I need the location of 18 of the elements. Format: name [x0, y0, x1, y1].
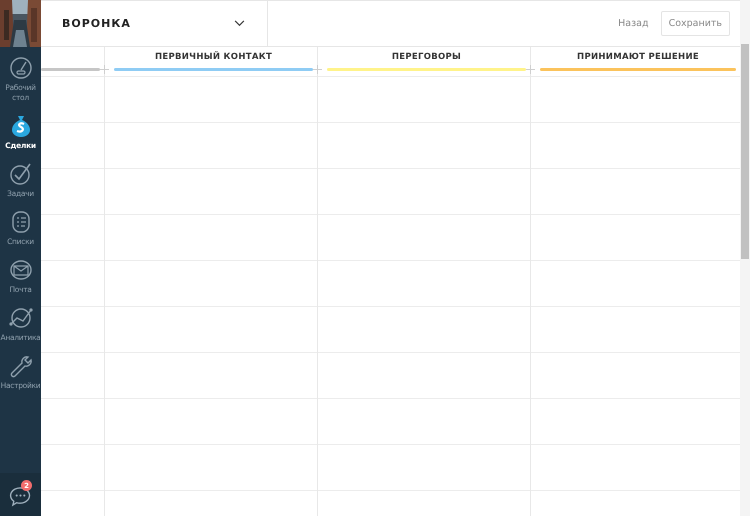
- stage-title: ПРИНИМАЮТ РЕШЕНИЕ: [576, 52, 700, 62]
- save-button[interactable]: Сохранить: [660, 11, 730, 36]
- stage-title: ПЕРВИЧНЫЙ КОНТАКТ: [154, 52, 274, 62]
- add-stage-icon[interactable]: [313, 65, 322, 74]
- gauge-icon: [8, 56, 32, 80]
- add-stage-icon[interactable]: [526, 65, 535, 74]
- chat-icon[interactable]: [9, 486, 32, 507]
- checkmark-icon: [8, 162, 32, 186]
- line-chart-icon: [8, 306, 32, 330]
- wrench-icon: [8, 354, 32, 378]
- add-stage-icon[interactable]: [100, 65, 109, 74]
- chevron-down-icon: [234, 20, 245, 27]
- pipeline-dropdown[interactable]: ВОРОНКА: [41, 1, 268, 46]
- scrollbar-thumb[interactable]: [741, 44, 749, 259]
- stage-title: ПЕРЕГОВОРЫ: [390, 52, 462, 62]
- envelope-icon: [8, 258, 32, 282]
- back-button[interactable]: Назад: [612, 12, 655, 35]
- scrollbar[interactable]: [740, 0, 750, 516]
